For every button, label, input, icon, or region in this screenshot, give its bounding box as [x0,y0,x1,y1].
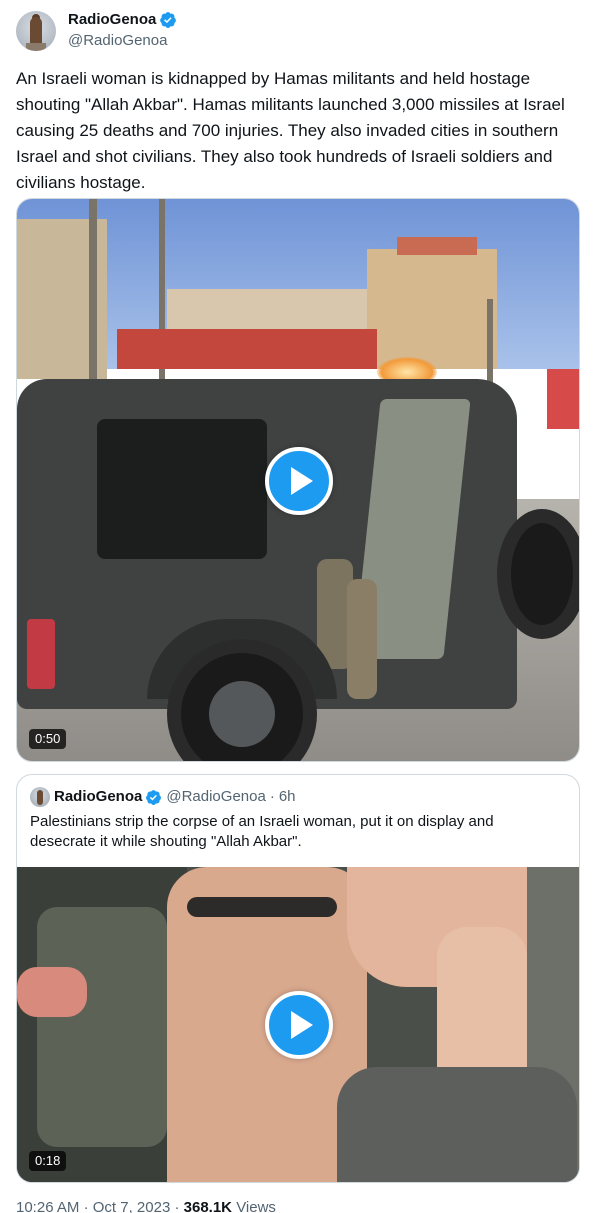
quoted-separator: · [269,788,275,805]
quoted-tweet[interactable]: RadioGenoa @RadioGenoa · 6h Palestinians… [16,774,580,1183]
play-icon[interactable] [265,991,333,1059]
verified-badge-icon [146,789,162,805]
footer-separator: · [83,1199,89,1213]
quoted-tweet-header: RadioGenoa @RadioGenoa · 6h [30,787,296,807]
tweet-date[interactable]: Oct 7, 2023 [93,1199,171,1213]
views-label: Views [236,1199,276,1213]
footer-separator: · [174,1199,180,1213]
author-display-name[interactable]: RadioGenoa [68,10,156,30]
author-handle[interactable]: @RadioGenoa [68,31,177,51]
quoted-handle: @RadioGenoa [166,788,266,805]
tweet-video[interactable]: 0:50 [16,198,580,762]
tweet-time[interactable]: 10:26 AM [16,1199,79,1213]
quoted-tweet-text: Palestinians strip the corpse of an Isra… [30,813,494,850]
tweet-footer: 10:26 AM · Oct 7, 2023 · 368.1K Views [16,1198,276,1213]
quoted-time: 6h [278,788,296,805]
tweet-header: RadioGenoa @RadioGenoa [16,10,177,51]
author-names: RadioGenoa @RadioGenoa [68,10,177,51]
avatar[interactable] [16,10,56,51]
play-icon[interactable] [265,447,333,515]
quoted-avatar [30,787,50,807]
tweet-text: An Israeli woman is kidnapped by Hamas m… [16,69,565,192]
views-count: 368.1K [183,1199,233,1213]
verified-badge-icon [160,12,177,28]
video-duration: 0:50 [29,729,67,749]
quoted-video-duration: 0:18 [29,1151,67,1171]
quoted-display-name: RadioGenoa [54,788,143,805]
